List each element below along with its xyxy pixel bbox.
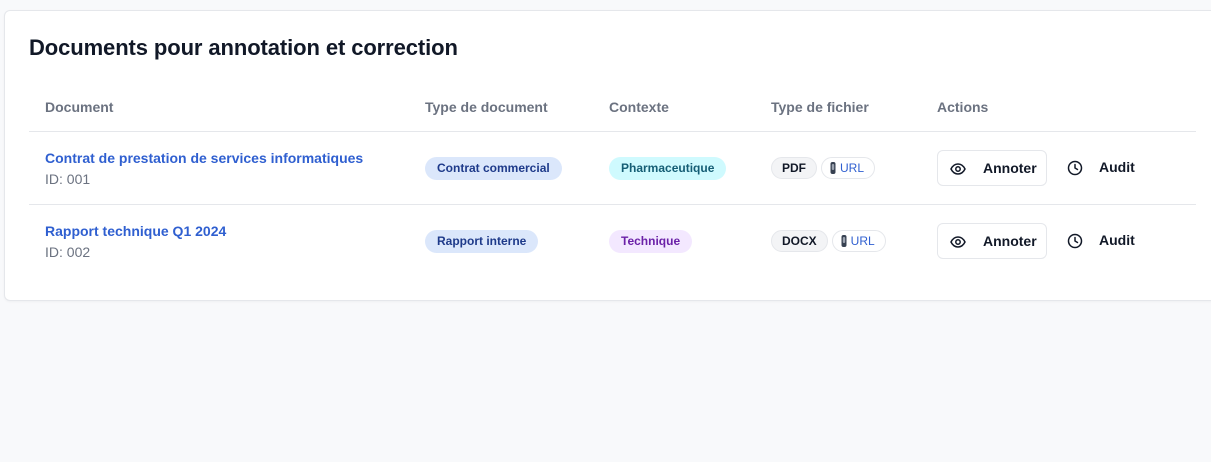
file-type-chip: DOCX [771,230,828,252]
table-row: Contrat de prestation de services inform… [29,132,1196,205]
usb-drive-icon [830,162,836,174]
file-type-chip: PDF [771,157,817,179]
table-row: Rapport technique Q1 2024 ID: 002 Rappor… [29,205,1196,278]
context-badge: Technique [609,230,693,253]
header-document-type: Type de document [425,99,548,115]
header-document: Document [45,99,114,115]
document-type-badge: Rapport interne [425,230,539,253]
context-badge: Pharmaceutique [609,157,727,180]
url-label: URL [850,234,875,248]
annotate-label: Annoter [983,233,1037,249]
eye-icon [950,236,966,248]
file-types: PDF URL [771,157,876,179]
document-type-badge: Contrat commercial [425,157,562,180]
audit-label: Audit [1099,159,1135,175]
table-header: Document Type de document Contexte Type … [29,89,1196,132]
usb-drive-icon [841,235,847,247]
document-id: ID: 001 [45,171,91,187]
clock-icon [1067,233,1083,249]
documents-table: Document Type de document Contexte Type … [29,89,1196,278]
document-id: ID: 002 [45,244,91,260]
header-actions: Actions [937,99,989,115]
document-title-link[interactable]: Contrat de prestation de services inform… [45,150,363,166]
url-label: URL [840,161,865,175]
eye-icon [950,163,966,175]
url-link[interactable]: URL [821,157,876,179]
audit-button[interactable]: Audit [1057,150,1147,186]
url-link[interactable]: URL [831,230,886,252]
page-title: Documents pour annotation et correction [29,35,458,60]
audit-label: Audit [1099,232,1135,248]
file-types: DOCX URL [771,230,886,252]
annotate-button[interactable]: Annoter [937,223,1047,259]
clock-icon [1067,160,1083,176]
annotate-label: Annoter [983,160,1037,176]
header-file-type: Type de fichier [771,99,869,115]
header-context: Contexte [609,99,669,115]
document-title-link[interactable]: Rapport technique Q1 2024 [45,223,226,239]
audit-button[interactable]: Audit [1057,223,1147,259]
annotate-button[interactable]: Annoter [937,150,1047,186]
documents-card: Documents pour annotation et correction … [4,10,1211,301]
